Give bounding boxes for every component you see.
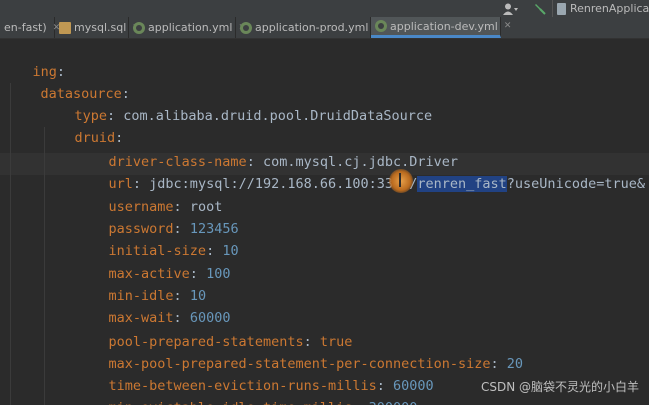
- tab-renren-fast[interactable]: en-fast) ✕: [0, 17, 60, 38]
- code-line: time-between-eviction-runs-millis: 60000: [108, 378, 434, 394]
- tab-label: application.yml: [148, 21, 233, 34]
- code-line: pool-prepared-statements: true: [108, 334, 353, 350]
- watermark: CSDN @脑袋不灵光的小白羊: [480, 380, 639, 394]
- mouse-cursor-highlight: [389, 169, 413, 193]
- tab-application-yml[interactable]: application.yml ✕: [129, 17, 246, 38]
- user-icon[interactable]: [503, 0, 519, 17]
- yml-file-icon: [375, 20, 387, 32]
- code-line: username: root: [108, 199, 223, 215]
- close-icon[interactable]: ✕: [504, 21, 512, 31]
- tab-label: application-prod.yml: [255, 21, 369, 34]
- code-line: initial-size: 10: [108, 243, 239, 259]
- code-line: ing:: [32, 64, 66, 80]
- code-line: max-pool-prepared-statement-per-connecti…: [108, 356, 524, 372]
- run-configuration-selector[interactable]: RenrenApplicat: [552, 0, 649, 17]
- code-line-url: url: jdbc:mysql://192.168.66.100:3306/re…: [108, 176, 645, 192]
- yml-file-icon: [240, 21, 252, 34]
- sql-file-icon: [59, 21, 71, 34]
- run-config-icon: [557, 2, 566, 15]
- editor-tab-bar: en-fast) ✕ mysql.sql ✕ application.yml ✕…: [0, 17, 649, 39]
- code-line: min-idle: 10: [108, 288, 207, 304]
- yml-file-icon: [133, 21, 145, 34]
- code-line: max-active: 100: [108, 266, 231, 282]
- tab-label: en-fast): [4, 21, 47, 34]
- tab-label: mysql.sql: [74, 21, 127, 34]
- hammer-icon[interactable]: [534, 0, 546, 17]
- selected-text: renren_fast: [417, 176, 507, 192]
- tab-application-dev-yml[interactable]: application-dev.yml ✕: [371, 17, 511, 38]
- code-line: driver-class-name: com.mysql.cj.jdbc.Dri…: [108, 154, 459, 170]
- code-line: datasource:: [40, 86, 130, 102]
- tab-label: application-dev.yml: [390, 19, 498, 33]
- code-editor[interactable]: ing: datasource: type: com.alibaba.druid…: [0, 39, 649, 405]
- code-line: max-wait: 60000: [108, 310, 231, 326]
- run-config-label: RenrenApplicat: [570, 2, 649, 15]
- text-cursor-icon: [399, 173, 401, 187]
- code-line: min-evictable-idle-time-millis: 300000: [76, 375, 418, 405]
- code-line: password: 123456: [108, 221, 239, 237]
- code-line: druid:: [74, 130, 124, 146]
- tab-application-prod-yml[interactable]: application-prod.yml ✕: [236, 17, 382, 38]
- top-toolbar: RenrenApplicat: [0, 0, 649, 17]
- indent-guide: [10, 83, 11, 405]
- tab-mysql-sql[interactable]: mysql.sql ✕: [55, 17, 140, 38]
- code-line: type: com.alibaba.druid.pool.DruidDataSo…: [74, 108, 433, 124]
